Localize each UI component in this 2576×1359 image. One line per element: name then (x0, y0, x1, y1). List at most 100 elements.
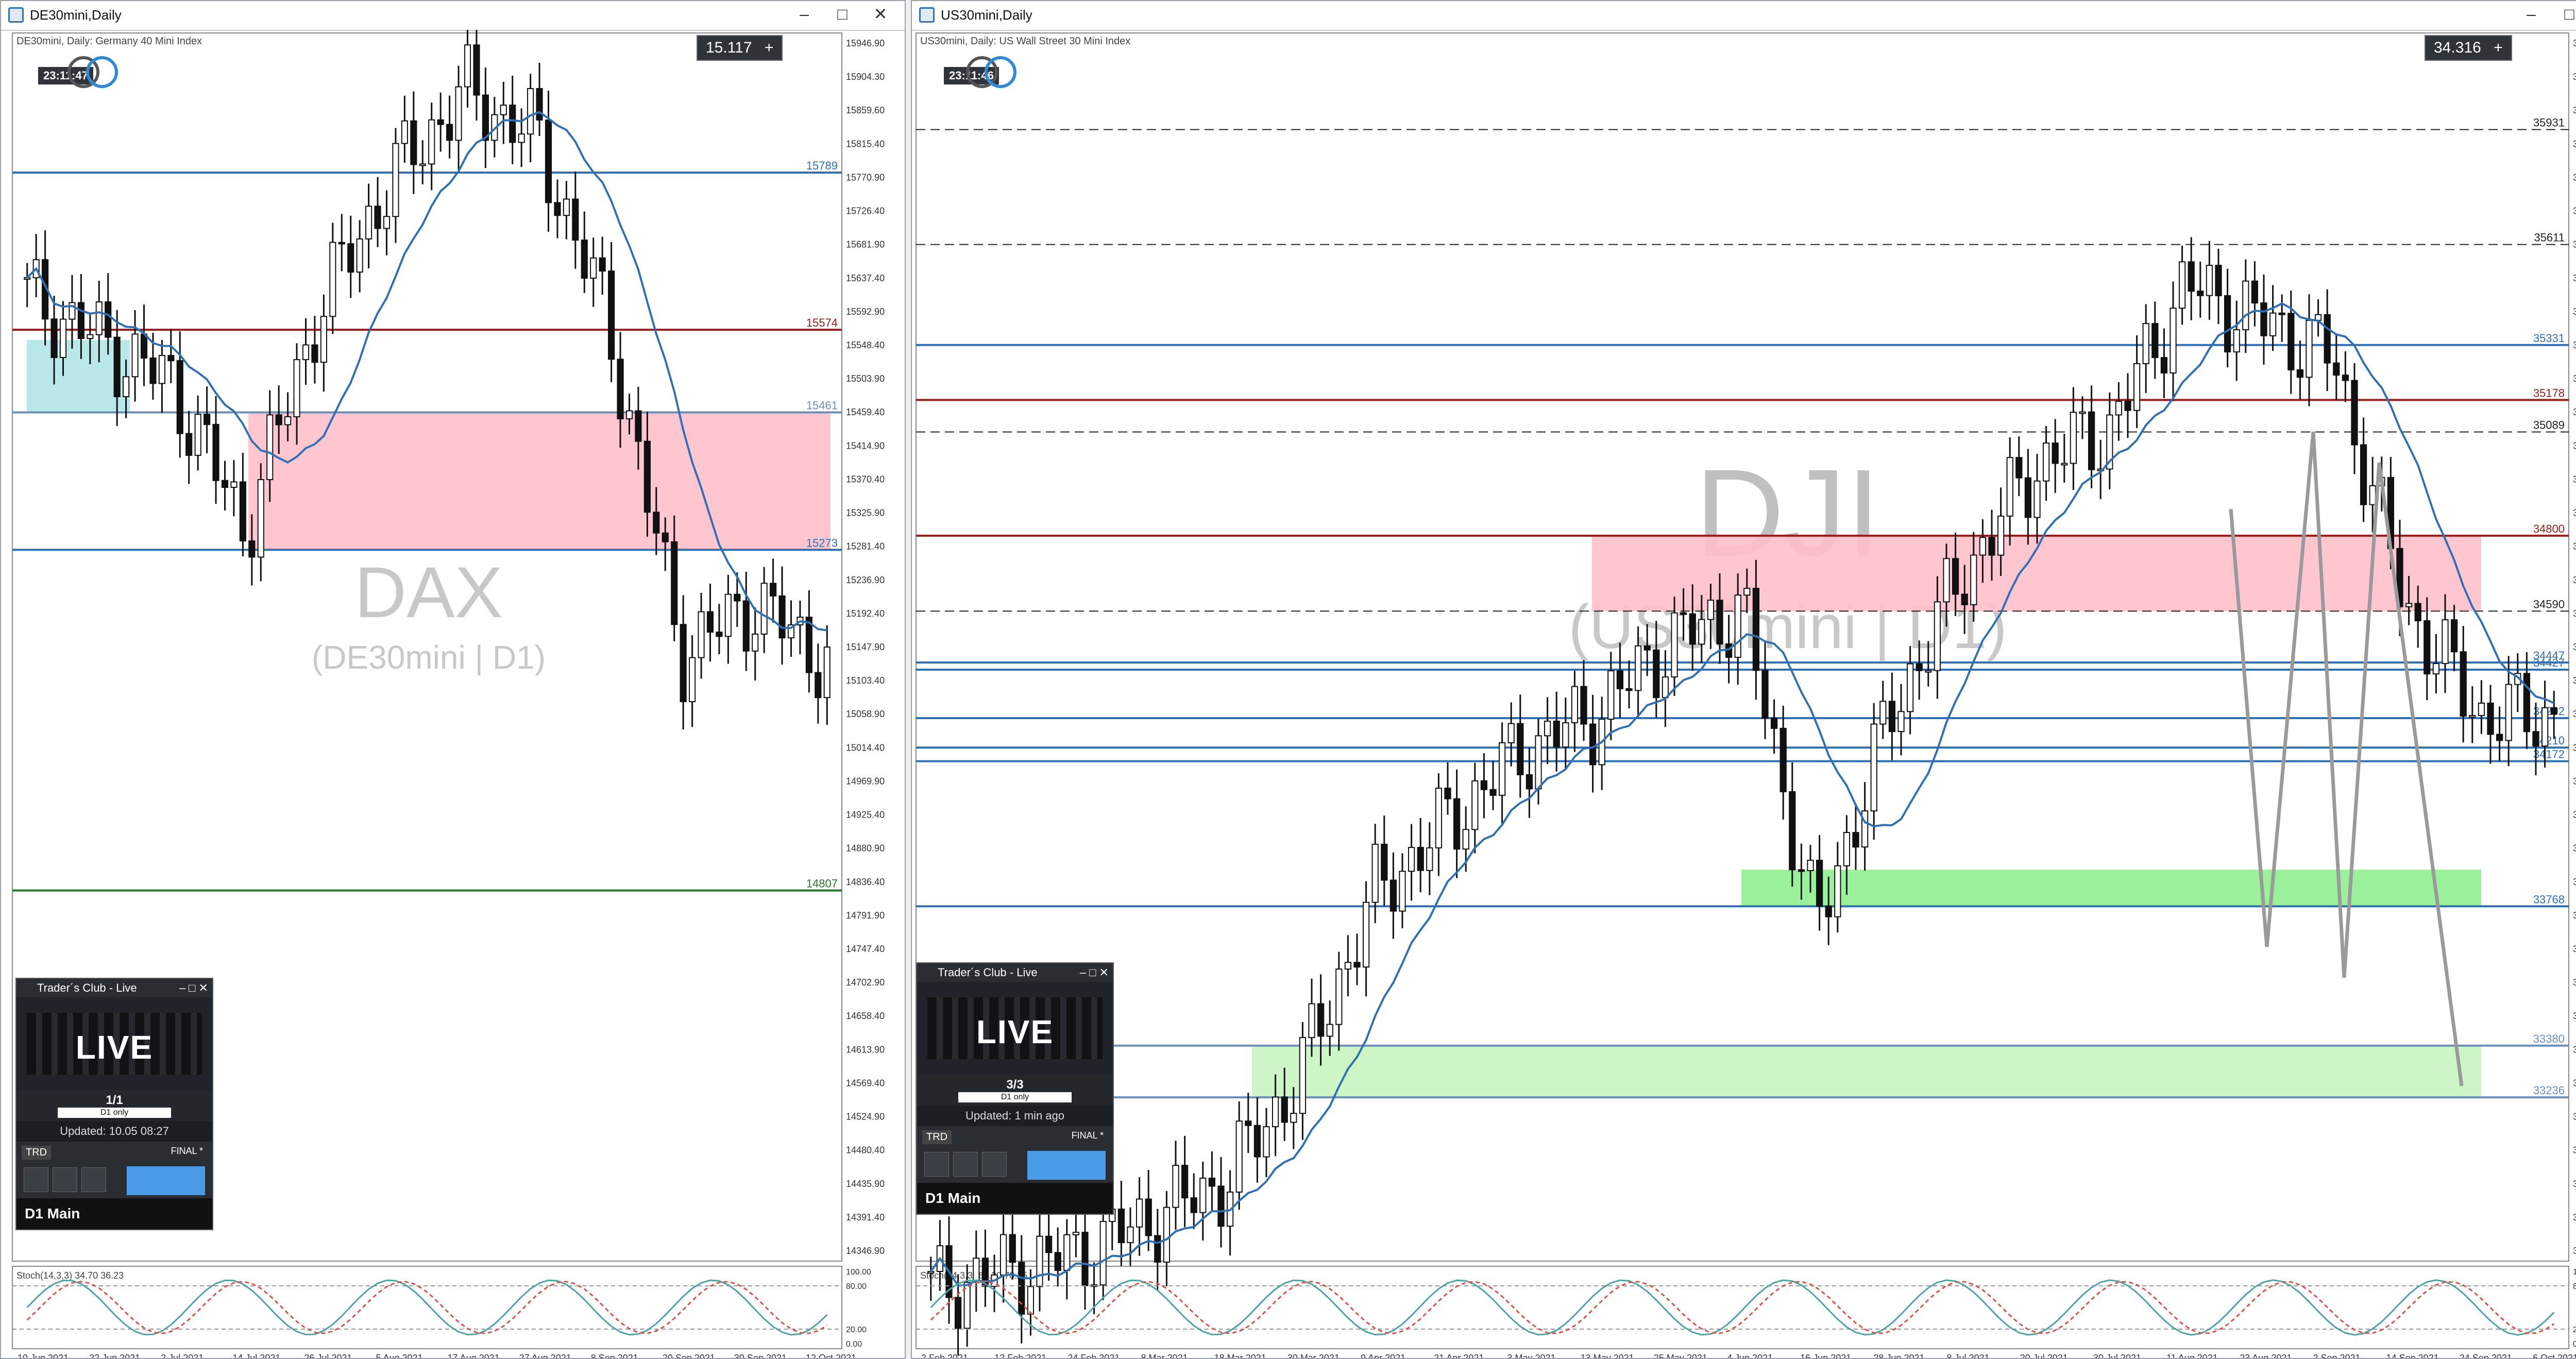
panel-navigation[interactable]: 3/3 D1 only (917, 1075, 1113, 1106)
panel-title: Trader´s Club - Live (37, 981, 137, 994)
candle-body (2369, 485, 2376, 505)
price-axis-tick: 35149.00 (2573, 407, 2576, 417)
candle-body (50, 318, 58, 358)
candle-body (410, 120, 417, 165)
close-icon[interactable]: ✕ (861, 4, 900, 24)
candle-body (2532, 731, 2539, 747)
stoch-axis-tick: 0.00 (2573, 1340, 2576, 1349)
price-axis-tick: 34681.00 (2573, 575, 2576, 585)
chart-window-icon (8, 7, 24, 23)
candle-body (374, 206, 381, 229)
candle-body (1435, 787, 1443, 848)
close-icon[interactable]: – □ ✕ (1080, 963, 1109, 982)
date-axis-tick: 8 Jul 2021 (1947, 1353, 1990, 1358)
window-titlebar[interactable]: US30mini,Daily –□✕ (912, 1, 2576, 31)
candle-body (1036, 1235, 1043, 1287)
candle-body (1671, 612, 1678, 678)
candle-body (2160, 357, 2168, 373)
maximize-icon[interactable]: □ (2550, 5, 2576, 24)
panel-tools: TRD FINAL * (16, 1142, 212, 1198)
d1-main-label: D1 Main (917, 1183, 1113, 1214)
live-button[interactable] (127, 1166, 205, 1195)
candle-body (2088, 411, 2095, 470)
candle-body (1253, 1125, 1261, 1158)
candle-body (752, 633, 759, 652)
windows-icon[interactable] (953, 1152, 978, 1177)
panel-navigation[interactable]: 1/1 D1 only (16, 1090, 212, 1121)
candle-body (2296, 369, 2304, 378)
document-icon[interactable] (924, 1152, 949, 1177)
candle-body (1081, 1232, 1089, 1286)
windows-icon[interactable] (53, 1167, 77, 1192)
candle-body (356, 238, 363, 273)
candle-body (518, 133, 525, 143)
mode-select[interactable]: D1 only (58, 1108, 171, 1118)
logo-icon (67, 56, 118, 88)
maximize-icon[interactable]: □ (823, 5, 861, 24)
candle-body (1843, 832, 1851, 867)
candle-body (1725, 643, 1733, 658)
candle-body (1653, 649, 1660, 699)
candle-body (2496, 734, 2503, 741)
candle-body (2450, 619, 2458, 653)
candle-body (500, 105, 507, 115)
candle-body (823, 647, 831, 699)
candle-body (1072, 1232, 1080, 1235)
candle-body (320, 316, 327, 363)
minimize-icon[interactable]: – (785, 5, 823, 24)
candle-body (2215, 265, 2222, 296)
traders-club-panel[interactable]: Trader´s Club - Live – □ ✕ LIVE 3/3 D1 o… (916, 962, 1114, 1215)
close-icon[interactable]: – □ ✕ (179, 979, 208, 997)
candle-body (1616, 670, 1624, 689)
candle-body (392, 143, 399, 217)
candle-body (2523, 673, 2531, 733)
dji-chart-window[interactable]: US30mini,Daily –□✕ US30mini, Daily: US W… (911, 0, 2576, 1359)
trd-tab[interactable]: TRD (22, 1146, 52, 1160)
window-titlebar[interactable]: DE30mini,Daily – □ ✕ (1, 1, 905, 31)
mode-select[interactable]: D1 only (958, 1092, 1072, 1102)
trd-tab[interactable]: TRD (922, 1130, 952, 1144)
level-label: 14807 (806, 877, 838, 890)
document-icon[interactable] (24, 1167, 48, 1192)
plus-icon[interactable]: + (765, 39, 774, 56)
page-counter: 1/1 (106, 1093, 123, 1107)
database-icon[interactable] (81, 1167, 106, 1192)
panel-header: Trader´s Club - Live – □ ✕ (917, 963, 1113, 982)
candle-body (77, 302, 84, 339)
plus-icon[interactable]: + (2494, 39, 2503, 56)
candle-body (185, 433, 193, 456)
traders-club-panel[interactable]: Trader´s Club - Live – □ ✕ LIVE 1/1 D1 o… (15, 978, 213, 1230)
price-axis-tick: 34962.00 (2573, 474, 2576, 484)
candle-body (1362, 902, 1370, 968)
candle-body (590, 257, 597, 279)
level-label: 33768 (2533, 893, 2565, 906)
dax-chart-window[interactable]: DE30mini,Daily – □ ✕ DE30mini, Daily: Germ… (0, 0, 906, 1359)
price-axis-tick: 33746.00 (2573, 910, 2576, 921)
candle-body (1045, 1235, 1053, 1253)
price-axis-tick: 15014.40 (846, 742, 885, 753)
price-display[interactable]: 15.117 + (697, 35, 783, 61)
level-label: 35331 (2533, 332, 2565, 345)
candle-body (1507, 723, 1515, 743)
candle-body (2469, 715, 2476, 718)
candle-body (123, 376, 130, 397)
minimize-icon[interactable]: – (2512, 5, 2550, 24)
chart-info-label: DE30mini, Daily: Germany 40 Mini Index (16, 36, 202, 47)
price-value: 34.316 (2434, 39, 2481, 56)
candle-body (724, 593, 732, 637)
level-label: 34172 (2533, 748, 2565, 761)
dji-chart[interactable]: US30mini, Daily: US Wall Street 30 Mini … (912, 30, 2576, 1358)
stoch-axis-tick: 20.00 (846, 1326, 867, 1334)
candle-body (1145, 1198, 1152, 1236)
price-axis-tick: 14435.90 (846, 1179, 885, 1189)
candle-body (1489, 789, 1497, 796)
live-button[interactable] (1027, 1151, 1106, 1180)
price-display[interactable]: 34.316 + (2425, 35, 2512, 61)
database-icon[interactable] (982, 1152, 1007, 1177)
candle-body (1127, 1226, 1134, 1244)
candle-body (87, 334, 94, 339)
candle-body (2124, 400, 2131, 411)
price-axis-tick: 34027.00 (2573, 810, 2576, 820)
candle-body (608, 270, 615, 360)
candle-body (302, 344, 310, 361)
